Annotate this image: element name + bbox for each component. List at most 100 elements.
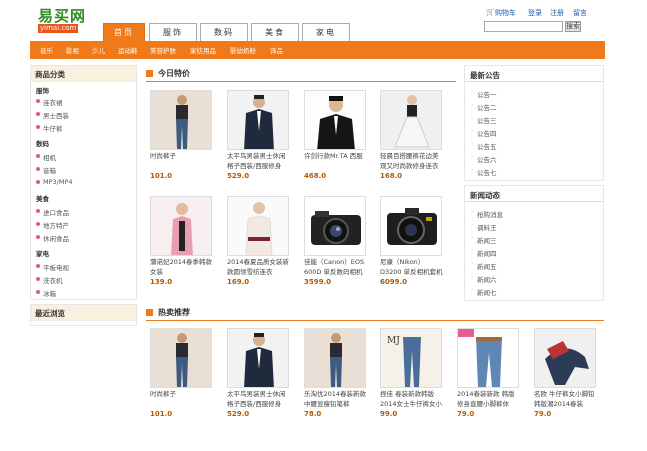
- subnav-item[interactable]: 音乐: [40, 45, 53, 55]
- category-item[interactable]: 休闲食品: [36, 233, 69, 243]
- product-card[interactable]: 2014春装新款 韩版修身直腰小脚裤休 79.0: [457, 328, 521, 423]
- news-item[interactable]: 新闻三: [471, 234, 496, 245]
- notice-item[interactable]: 公告七: [471, 166, 496, 177]
- product-image[interactable]: [227, 196, 289, 256]
- search-input[interactable]: [484, 21, 563, 32]
- product-name[interactable]: 轻晨百搭腰裤花边美观又时尚款修身连衣裙: [380, 151, 444, 171]
- product-name[interactable]: 尼康（Nikon）D3200 单反相机套机: [380, 257, 444, 277]
- today-special-header: 今日特价: [146, 68, 456, 82]
- category-group[interactable]: 家电: [36, 248, 49, 258]
- notice-item[interactable]: 公告三: [471, 114, 496, 125]
- notice-item[interactable]: 公告五: [471, 140, 496, 151]
- news-item[interactable]: 调料王: [471, 221, 496, 232]
- category-item[interactable]: 牛仔裤: [36, 123, 63, 133]
- notice-item[interactable]: 公告六: [471, 153, 496, 164]
- category-item[interactable]: 进口食品: [36, 207, 69, 217]
- news-item[interactable]: 抢购消息: [471, 208, 503, 219]
- subnav-item[interactable]: 少儿: [92, 45, 105, 55]
- product-card[interactable]: MJ 捏佳 春装新款韩版2014女士牛仔裤女小脚99.0: [380, 328, 444, 423]
- product-card[interactable]: 尼康（Nikon）D3200 单反相机套机 6099.0: [380, 196, 444, 291]
- product-card[interactable]: 许剑行款Mr.TA 西服 468.0: [304, 90, 368, 185]
- category-item[interactable]: 洗衣机: [36, 275, 63, 285]
- search-button[interactable]: 搜索: [565, 21, 581, 32]
- category-item[interactable]: 平板电视: [36, 262, 69, 272]
- product-name[interactable]: 乐淘优2014春装新款中腰显瘦铅笔裤: [304, 389, 368, 409]
- product-name[interactable]: 佳能（Canon）EOS 600D 单反数码相机: [304, 257, 368, 277]
- tab-appliances[interactable]: 家电: [302, 23, 350, 41]
- notice-item[interactable]: 公告四: [471, 127, 496, 138]
- subnav-item[interactable]: 影视: [66, 45, 79, 55]
- subnav-item[interactable]: 运动鞋: [118, 45, 138, 55]
- product-image[interactable]: [380, 196, 442, 256]
- product-name[interactable]: 捏佳 春装新款韩版2014女士牛仔裤女小脚: [380, 389, 444, 409]
- product-card[interactable]: 2014春夏品质女装新款圆领雪纺连衣 169.0: [227, 196, 291, 291]
- product-image[interactable]: [304, 328, 366, 388]
- product-name[interactable]: 2014春装新款 韩版修身直腰小脚裤休: [457, 389, 521, 409]
- site-logo[interactable]: 易买网 yimai.com: [38, 5, 96, 33]
- product-price: 79.0: [457, 410, 475, 418]
- product-name[interactable]: 许剑行款Mr.TA 西服: [304, 151, 368, 171]
- category-group[interactable]: 美食: [36, 193, 49, 203]
- news-item[interactable]: 新闻四: [471, 247, 496, 258]
- register-link[interactable]: 注册: [550, 8, 564, 18]
- notice-item[interactable]: 公告一: [471, 88, 496, 99]
- category-item[interactable]: 男士西装: [36, 110, 69, 120]
- product-name[interactable]: 蒲诺妃2014春季韩款女装: [150, 257, 214, 277]
- product-image[interactable]: [227, 90, 289, 150]
- category-item[interactable]: 冰箱: [36, 288, 56, 298]
- category-panel: 商品分类 服饰 连衣裙 男士西装 牛仔裤 数码 相机 音箱 MP3/MP4 美食…: [30, 65, 137, 300]
- product-image[interactable]: [457, 328, 519, 388]
- message-link[interactable]: 留言: [573, 8, 587, 18]
- login-link[interactable]: 登录: [528, 8, 542, 18]
- product-image[interactable]: [150, 328, 212, 388]
- product-card[interactable]: 时尚裤子 101.0: [150, 328, 214, 423]
- product-card[interactable]: 轻晨百搭腰裤花边美观又时尚款修身连衣裙168.0: [380, 90, 444, 185]
- product-name[interactable]: 太平鸟男装男士休闲格子西装/西服修身: [227, 151, 291, 171]
- product-image[interactable]: [227, 328, 289, 388]
- subnav-item[interactable]: 家纺用品: [190, 45, 216, 55]
- tab-digital[interactable]: 数码: [200, 23, 248, 41]
- product-name[interactable]: 名欧 牛仔裤女小脚铅韩版潮2014春装: [534, 389, 598, 409]
- category-group[interactable]: 服饰: [36, 85, 49, 95]
- product-card[interactable]: 蒲诺妃2014春季韩款女装 139.0: [150, 196, 214, 291]
- product-image[interactable]: MJ: [380, 328, 442, 388]
- product-name[interactable]: 2014春夏品质女装新款圆领雪纺连衣: [227, 257, 291, 277]
- subnav-item[interactable]: 美容护肤: [150, 45, 176, 55]
- product-image[interactable]: [304, 90, 366, 150]
- product-card[interactable]: 太平鸟男装男士休闲格子西装/西服修身 529.0: [227, 90, 291, 185]
- product-name[interactable]: 太平鸟男装男士休闲格子西装/西服修身: [227, 389, 291, 409]
- news-item[interactable]: 新闻五: [471, 260, 496, 271]
- tab-apparel[interactable]: 服饰: [149, 23, 197, 41]
- product-price: 168.0: [380, 172, 403, 180]
- tab-food[interactable]: 美食: [251, 23, 299, 41]
- product-card[interactable]: 太平鸟男装男士休闲格子西装/西服修身 529.0: [227, 328, 291, 423]
- category-item[interactable]: 连衣裙: [36, 97, 63, 107]
- category-item[interactable]: 地方特产: [36, 220, 69, 230]
- product-image[interactable]: [150, 196, 212, 256]
- product-card[interactable]: 乐淘优2014春装新款中腰显瘦铅笔裤 78.0: [304, 328, 368, 423]
- cart-link[interactable]: 购物车: [495, 8, 516, 18]
- category-item[interactable]: MP3/MP4: [36, 178, 73, 186]
- product-card[interactable]: 名欧 牛仔裤女小脚铅韩版潮2014春装 79.0: [534, 328, 598, 423]
- tab-home[interactable]: 首页: [103, 23, 145, 41]
- section-icon: [146, 70, 153, 77]
- hot-title: 热卖推荐: [158, 308, 190, 317]
- product-image[interactable]: [150, 90, 212, 150]
- product-image[interactable]: [304, 196, 366, 256]
- product-image[interactable]: [380, 90, 442, 150]
- product-name[interactable]: 时尚裤子: [150, 151, 214, 171]
- news-item[interactable]: 新闻七: [471, 286, 496, 297]
- category-group[interactable]: 数码: [36, 138, 49, 148]
- section-icon: [146, 309, 153, 316]
- subnav-item[interactable]: 饰品: [270, 45, 283, 55]
- product-name[interactable]: 时尚裤子: [150, 389, 214, 409]
- notice-item[interactable]: 公告二: [471, 101, 496, 112]
- cart-icon[interactable]: 🛒: [486, 8, 495, 16]
- product-card[interactable]: 佳能（Canon）EOS 600D 单反数码相机 3599.0: [304, 196, 368, 291]
- category-item[interactable]: 相机: [36, 152, 56, 162]
- news-item[interactable]: 新闻六: [471, 273, 496, 284]
- product-card[interactable]: 时尚裤子 101.0: [150, 90, 214, 185]
- category-item[interactable]: 音箱: [36, 165, 56, 175]
- subnav-item[interactable]: 婴幼奶粉: [230, 45, 256, 55]
- product-image[interactable]: [534, 328, 596, 388]
